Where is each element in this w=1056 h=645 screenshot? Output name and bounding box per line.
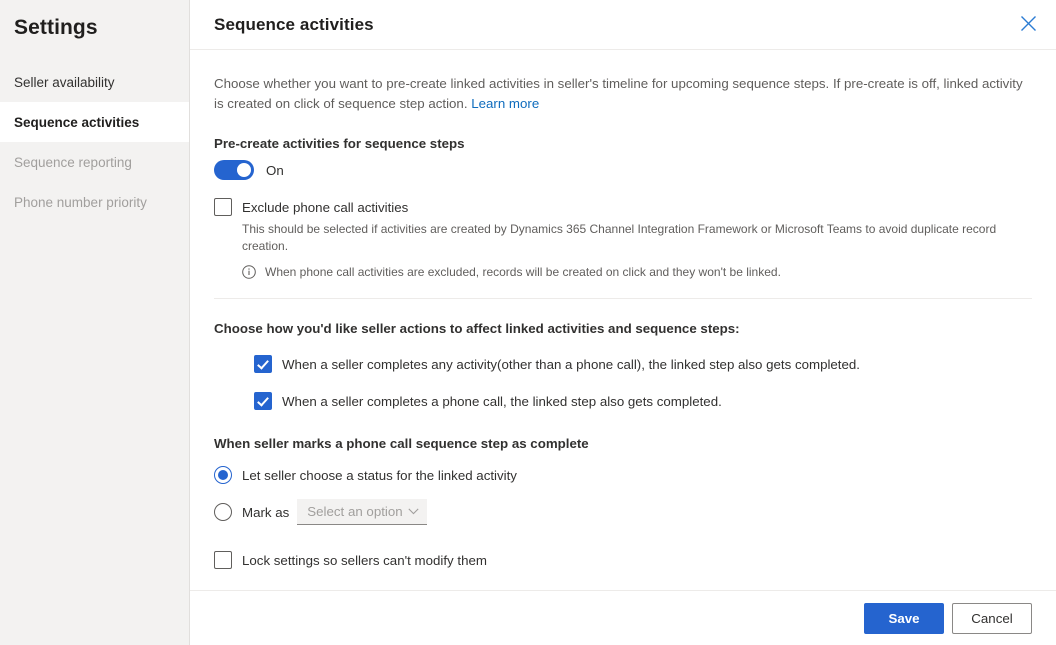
precreate-toggle[interactable] xyxy=(214,160,254,180)
precreate-label: Pre-create activities for sequence steps xyxy=(214,136,465,151)
radio-mark-as[interactable] xyxy=(214,503,232,521)
seller-action-any-activity-checkbox[interactable] xyxy=(254,355,272,373)
seller-action-any-activity-label[interactable]: When a seller completes any activity(oth… xyxy=(282,357,860,372)
lock-settings-label[interactable]: Lock settings so sellers can't modify th… xyxy=(242,553,487,568)
precreate-toggle-state: On xyxy=(266,162,284,178)
phone-complete-option-let-seller-row[interactable]: Let seller choose a status for the linke… xyxy=(214,466,1032,484)
toggle-knob xyxy=(237,163,251,177)
close-icon[interactable] xyxy=(1012,7,1044,39)
main-panel: Sequence activities Choose whether you w… xyxy=(190,0,1056,645)
exclude-phone-info-text: When phone call activities are excluded,… xyxy=(265,265,781,279)
description-text: Choose whether you want to pre-create li… xyxy=(214,76,1023,111)
seller-action-option-2-row[interactable]: When a seller completes a phone call, th… xyxy=(254,392,1032,410)
exclude-phone-note: This should be selected if activities ar… xyxy=(242,222,997,253)
radio-let-seller-choose-label[interactable]: Let seller choose a status for the linke… xyxy=(242,468,517,483)
lock-settings-checkbox[interactable] xyxy=(214,551,232,569)
radio-let-seller-choose[interactable] xyxy=(214,466,232,484)
radio-mark-as-label[interactable]: Mark as xyxy=(242,505,289,520)
dialog-footer: Save Cancel xyxy=(190,590,1056,645)
cancel-button[interactable]: Cancel xyxy=(952,602,1032,634)
settings-dialog: Settings Seller availability Sequence ac… xyxy=(0,0,1056,645)
exclude-phone-checkbox-row[interactable]: Exclude phone call activities xyxy=(214,198,1032,216)
learn-more-link[interactable]: Learn more xyxy=(471,96,539,111)
sidebar-item-label: Sequence activities xyxy=(14,114,140,130)
exclude-phone-label[interactable]: Exclude phone call activities xyxy=(242,200,408,215)
dialog-header: Sequence activities xyxy=(190,0,1056,50)
seller-action-option-1-row[interactable]: When a seller completes any activity(oth… xyxy=(254,355,1032,373)
precreate-toggle-row: On xyxy=(214,160,1032,180)
mark-as-status-dropdown-value: Select an option xyxy=(307,504,403,519)
exclude-phone-checkbox[interactable] xyxy=(214,198,232,216)
info-icon xyxy=(242,265,256,279)
sidebar-item-label: Sequence reporting xyxy=(14,154,132,170)
phone-complete-title: When seller marks a phone call sequence … xyxy=(214,436,589,451)
lock-settings-row[interactable]: Lock settings so sellers can't modify th… xyxy=(214,551,1032,569)
mark-as-status-dropdown[interactable]: Select an option xyxy=(297,499,428,525)
exclude-phone-info: When phone call activities are excluded,… xyxy=(242,264,1032,280)
sidebar-item-sequence-reporting[interactable]: Sequence reporting xyxy=(0,142,189,182)
sidebar-item-phone-number-priority[interactable]: Phone number priority xyxy=(0,182,189,222)
phone-complete-option-mark-as-row[interactable]: Mark as Select an option xyxy=(214,499,1032,525)
description: Choose whether you want to pre-create li… xyxy=(214,74,1032,114)
section-divider xyxy=(214,298,1032,299)
sidebar: Settings Seller availability Sequence ac… xyxy=(0,0,190,645)
sidebar-item-seller-availability[interactable]: Seller availability xyxy=(0,62,189,102)
chevron-down-icon xyxy=(408,508,419,515)
dialog-content: Choose whether you want to pre-create li… xyxy=(190,50,1056,569)
sidebar-nav: Seller availability Sequence activities … xyxy=(0,62,189,222)
close-icon-glyph xyxy=(1020,15,1036,31)
seller-actions-title: Choose how you'd like seller actions to … xyxy=(214,321,740,336)
sidebar-title: Settings xyxy=(14,16,98,39)
save-button[interactable]: Save xyxy=(864,602,944,634)
seller-action-phone-call-checkbox[interactable] xyxy=(254,392,272,410)
sidebar-item-label: Phone number priority xyxy=(14,194,147,210)
seller-action-phone-call-label[interactable]: When a seller completes a phone call, th… xyxy=(282,394,722,409)
page-title: Sequence activities xyxy=(214,14,374,34)
sidebar-item-sequence-activities[interactable]: Sequence activities xyxy=(0,102,189,142)
sidebar-item-label: Seller availability xyxy=(14,74,115,90)
